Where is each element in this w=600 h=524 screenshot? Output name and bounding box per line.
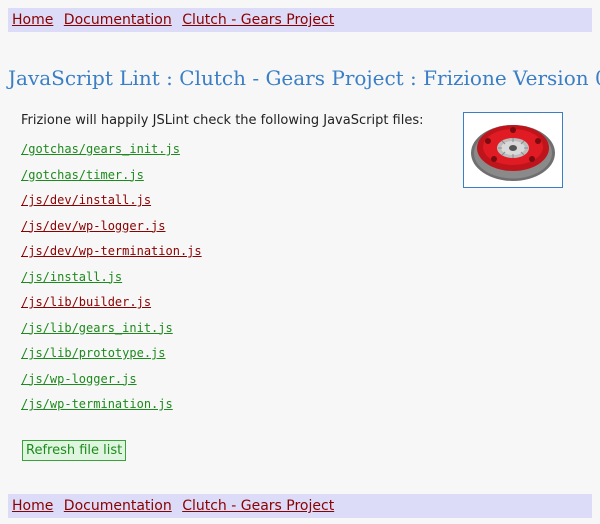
file-link[interactable]: /js/wp-logger.js <box>21 372 137 386</box>
list-item: /js/dev/wp-logger.js <box>21 215 202 241</box>
clutch-photo-icon <box>471 125 555 181</box>
file-link[interactable]: /js/lib/builder.js <box>21 295 151 309</box>
file-link[interactable]: /js/install.js <box>21 270 122 284</box>
list-item: /js/install.js <box>21 266 202 292</box>
file-link[interactable]: /js/dev/install.js <box>21 193 151 207</box>
file-link[interactable]: /gotchas/timer.js <box>21 168 144 182</box>
refresh-file-list-button[interactable]: Refresh file list <box>22 440 127 461</box>
file-link[interactable]: /js/lib/gears_init.js <box>21 321 173 335</box>
nav-clutch-project-link[interactable]: Clutch - Gears Project <box>182 12 334 28</box>
nav-home-link[interactable]: Home <box>12 498 53 514</box>
file-list: /gotchas/gears_init.js /gotchas/timer.js… <box>21 138 202 419</box>
list-item: /js/lib/prototype.js <box>21 342 202 368</box>
list-item: /js/wp-termination.js <box>21 393 202 419</box>
list-item: /js/lib/builder.js <box>21 291 202 317</box>
file-link[interactable]: /gotchas/gears_init.js <box>21 142 180 156</box>
nav-clutch-project-link[interactable]: Clutch - Gears Project <box>182 498 334 514</box>
file-link[interactable]: /js/wp-termination.js <box>21 397 173 411</box>
top-navbar: Home Documentation Clutch - Gears Projec… <box>8 8 592 32</box>
list-item: /js/wp-logger.js <box>21 368 202 394</box>
file-link[interactable]: /js/lib/prototype.js <box>21 346 166 360</box>
clutch-thumbnail <box>463 112 563 188</box>
list-item: /gotchas/gears_init.js <box>21 138 202 164</box>
nav-home-link[interactable]: Home <box>12 12 53 28</box>
nav-documentation-link[interactable]: Documentation <box>64 498 172 514</box>
list-item: /js/lib/gears_init.js <box>21 317 202 343</box>
file-link[interactable]: /js/dev/wp-termination.js <box>21 244 202 258</box>
intro-text: Frizione will happily JSLint check the f… <box>21 113 424 128</box>
list-item: /gotchas/timer.js <box>21 164 202 190</box>
list-item: /js/dev/wp-termination.js <box>21 240 202 266</box>
nav-documentation-link[interactable]: Documentation <box>64 12 172 28</box>
file-link[interactable]: /js/dev/wp-logger.js <box>21 219 166 233</box>
list-item: /js/dev/install.js <box>21 189 202 215</box>
bottom-navbar: Home Documentation Clutch - Gears Projec… <box>8 494 592 518</box>
page-title: JavaScript Lint : Clutch - Gears Project… <box>8 66 600 90</box>
